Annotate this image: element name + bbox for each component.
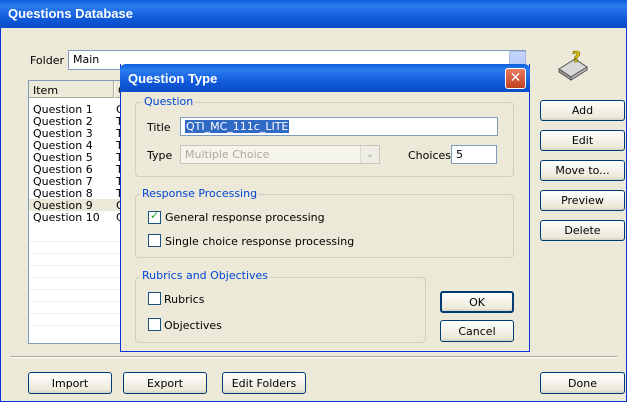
title-input-value: QTI_MC_111c_LITE [185, 120, 290, 133]
checkmark-icon: ✓ [150, 209, 160, 222]
separator-highlight [10, 357, 617, 358]
help-book-icon: ? [555, 47, 591, 83]
rubrics-label: Rubrics [164, 293, 205, 306]
list-gridline [29, 253, 129, 254]
single-choice-label: Single choice response processing [165, 235, 355, 248]
choices-label: Choices [408, 149, 451, 162]
list-item-title: Question 10 [33, 211, 100, 224]
single-choice-checkbox[interactable] [148, 234, 161, 247]
list-gridline [29, 265, 129, 266]
title-input[interactable]: QTI_MC_111c_LITE [180, 117, 498, 136]
column-header-item[interactable]: Item [29, 81, 114, 98]
svg-text:?: ? [572, 48, 581, 66]
list-gridline [29, 301, 129, 302]
export-button[interactable]: Export [123, 372, 207, 394]
folder-label: Folder [30, 54, 64, 67]
list-gridline [29, 289, 129, 290]
ok-button[interactable]: OK [440, 291, 514, 313]
done-button[interactable]: Done [540, 372, 625, 394]
close-icon[interactable]: ✕ [505, 68, 526, 89]
choices-input[interactable]: 5 [451, 145, 497, 164]
edit-folders-button[interactable]: Edit Folders [222, 372, 306, 394]
general-processing-label: General response processing [165, 211, 325, 224]
list-gridline [29, 313, 129, 314]
question-group [135, 102, 514, 177]
add-button[interactable]: Add [540, 100, 625, 121]
window-title: Questions Database [0, 0, 627, 28]
rubrics-objectives-group [135, 277, 426, 343]
objectives-checkbox[interactable] [148, 318, 161, 331]
type-select[interactable]: Multiple Choice [180, 145, 380, 164]
list-gridline [29, 325, 129, 326]
response-processing-group [135, 194, 514, 258]
title-label: Title [147, 121, 171, 134]
objectives-label: Objectives [164, 319, 222, 332]
question-group-legend: Question [142, 95, 196, 108]
rubrics-objectives-legend: Rubrics and Objectives [140, 269, 271, 282]
list-gridline [29, 241, 129, 242]
delete-button[interactable]: Delete [540, 220, 625, 241]
dialog-title: Question Type [120, 64, 530, 92]
import-button[interactable]: Import [28, 372, 112, 394]
chevron-down-icon[interactable]: ⌄ [360, 146, 379, 163]
list-gridline [29, 277, 129, 278]
preview-button[interactable]: Preview [540, 190, 625, 211]
response-processing-legend: Response Processing [140, 187, 260, 200]
move-to-button[interactable]: Move to... [540, 160, 625, 181]
edit-button[interactable]: Edit [540, 130, 625, 151]
rubrics-checkbox[interactable] [148, 292, 161, 305]
type-label: Type [147, 149, 173, 162]
cancel-button[interactable]: Cancel [440, 320, 514, 342]
general-processing-checkbox[interactable]: ✓ [148, 209, 161, 224]
